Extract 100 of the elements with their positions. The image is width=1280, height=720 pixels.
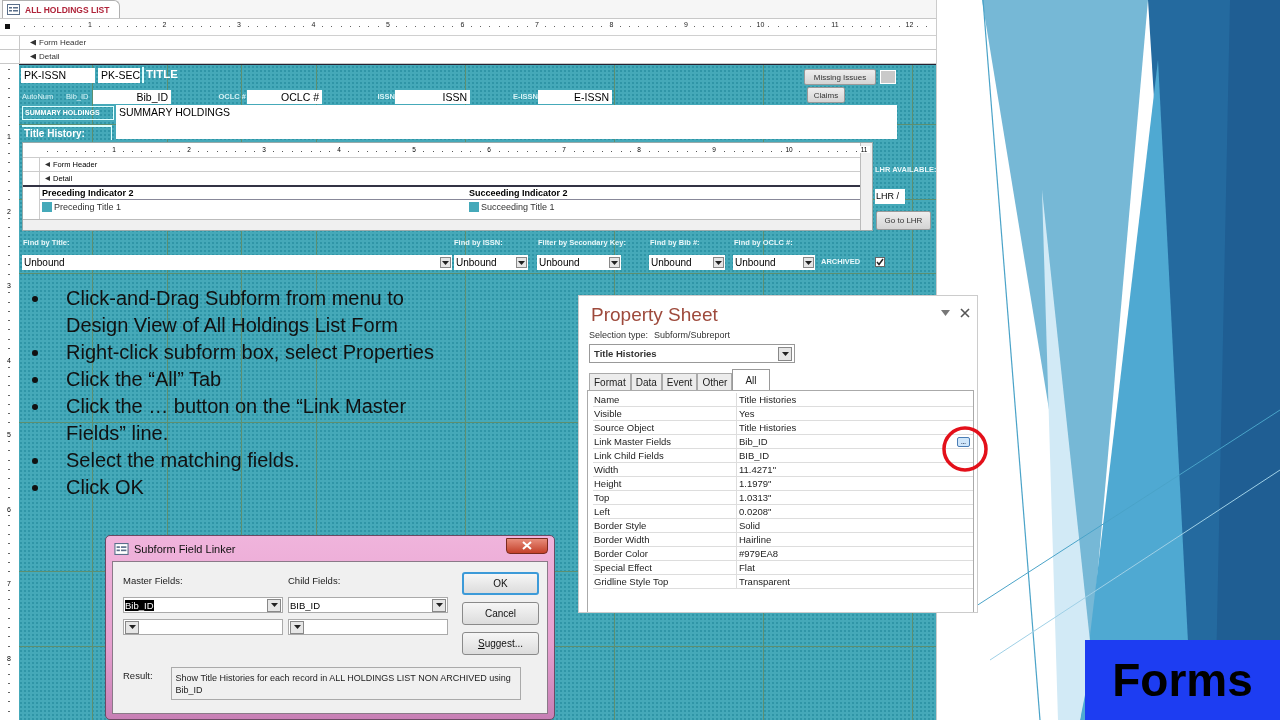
bullet-icon: [32, 458, 38, 464]
bullet-icon: [32, 404, 38, 410]
vertical-scrollbar[interactable]: [860, 143, 872, 230]
field-name: Preceding Title 1: [54, 202, 122, 212]
section-label: Form Header: [39, 38, 87, 47]
dropdown-icon: [432, 598, 446, 612]
dropdown-icon: [125, 620, 139, 634]
combo-box[interactable]: Bib_ID: [123, 597, 283, 613]
property-value[interactable]: Bib_ID: [739, 435, 768, 449]
property-name: Link Child Fields: [593, 449, 737, 463]
combo-box[interactable]: [288, 619, 448, 635]
form-button[interactable]: Missing Issues: [804, 69, 876, 85]
field-marker-icon: [469, 202, 479, 212]
close-button[interactable]: [506, 537, 548, 554]
property-value[interactable]: BIB_ID: [739, 449, 770, 463]
combo-box[interactable]: Unbound: [454, 255, 528, 270]
property-value[interactable]: Transparent: [739, 575, 790, 589]
property-value[interactable]: Title Histories: [739, 421, 797, 435]
form-label: Title History:: [22, 125, 112, 140]
combo-box[interactable]: Unbound: [22, 255, 452, 270]
text-box[interactable]: Bib_ID: [93, 90, 171, 104]
document-tab[interactable]: ALL HOLDINGS LIST: [2, 0, 121, 18]
property-name: Link Master Fields: [593, 435, 737, 449]
dialog-button[interactable]: Cancel: [462, 602, 539, 625]
text-box[interactable]: E-ISSN: [538, 90, 612, 104]
field-label: Master Fields:: [123, 575, 184, 588]
text-box[interactable]: PK-ISSN: [21, 68, 95, 83]
property-value[interactable]: 11.4271": [739, 463, 776, 477]
text-box[interactable]: SUMMARY HOLDINGS: [116, 105, 897, 139]
result-text: Show Title Histories for each record in ALL HOLDINGS LIST NON ARCHIVED using Bib_ID: [170, 667, 521, 700]
object-combo-box[interactable]: Title Histories: [589, 344, 795, 363]
bullet-icon: [32, 485, 38, 491]
bullet-icon: [32, 296, 38, 302]
section-label: Detail: [39, 52, 60, 61]
tab[interactable]: Format: [589, 373, 631, 390]
selection-type-value: Subform/Subreport: [654, 330, 731, 340]
column-label: Preceding Indicator 2: [40, 187, 467, 200]
property-name: Top: [593, 491, 737, 505]
tab[interactable]: Other: [697, 373, 733, 390]
dialog-button[interactable]: OK: [462, 572, 539, 595]
property-value[interactable]: 1.0313": [739, 491, 772, 505]
selection-type-label: Selection type:: [589, 330, 649, 340]
property-name: Width: [593, 463, 737, 477]
combo-box[interactable]: BIB_ID: [288, 597, 448, 613]
close-icon: [522, 541, 532, 550]
property-value[interactable]: Title Histories: [739, 393, 797, 407]
instruction-text: Click the … button on the “Link Master Fields” line.: [66, 394, 408, 446]
panel-title: Property Sheet: [591, 304, 719, 326]
form-button[interactable]: Claims: [807, 87, 845, 103]
dropdown-icon: [609, 257, 620, 268]
instruction-text: Click OK: [66, 475, 145, 500]
property-name: Visible: [593, 407, 737, 421]
combo-box[interactable]: Unbound: [537, 255, 621, 270]
property-value[interactable]: Solid: [739, 519, 761, 533]
field-marker-icon: [42, 202, 52, 212]
property-value[interactable]: 1.1979": [739, 477, 772, 491]
instruction-text: Click the “All” Tab: [66, 367, 223, 392]
tab[interactable]: Event: [661, 373, 698, 390]
field-label: Child Fields:: [288, 575, 342, 588]
property-name: Left: [593, 505, 737, 519]
property-name: Source Object: [593, 421, 737, 435]
property-value[interactable]: #979EA8: [739, 547, 779, 561]
property-value[interactable]: Hairline: [739, 533, 772, 547]
instruction-text: Right-click subform box, select Properties: [66, 340, 435, 365]
instruction-text: Click-and-Drag Subform from menu to Design View of All Holdings List Form: [66, 286, 405, 338]
result-label: Result:: [123, 669, 153, 683]
tab[interactable]: Data: [630, 373, 662, 390]
dropdown-icon: [516, 257, 527, 268]
form-icon: [114, 542, 129, 555]
dialog-button[interactable]: Suggest...: [462, 632, 539, 655]
text-box[interactable]: PK-SEC: [98, 68, 140, 83]
archived-checkbox[interactable]: [875, 257, 885, 267]
bullet-icon: [32, 350, 38, 356]
text-box[interactable]: OCLC #: [247, 90, 322, 104]
property-value[interactable]: Yes: [739, 407, 755, 421]
form-label: TITLE: [142, 67, 182, 83]
text-box[interactable]: LHR /: [875, 189, 905, 204]
section-bar[interactable]: Detail: [20, 50, 936, 63]
text-box[interactable]: ISSN: [395, 90, 470, 104]
form-button[interactable]: Go to LHR: [876, 211, 931, 230]
dropdown-icon: [778, 346, 792, 361]
property-name: Special Effect: [593, 561, 737, 575]
tab[interactable]: All: [732, 369, 770, 390]
property-name: Height: [593, 477, 737, 491]
field-name: Succeeding Title 1: [481, 202, 555, 212]
property-name: Border Width: [593, 533, 737, 547]
property-value[interactable]: 0.0208": [739, 505, 772, 519]
combo-box[interactable]: Unbound: [649, 255, 725, 270]
close-icon[interactable]: [960, 308, 970, 318]
property-name: Border Style: [593, 519, 737, 533]
dropdown-icon[interactable]: [941, 310, 950, 316]
property-value[interactable]: Flat: [739, 561, 755, 575]
property-name: Border Color: [593, 547, 737, 561]
combo-box[interactable]: Unbound: [733, 255, 815, 270]
property-name: Name: [593, 393, 737, 407]
horizontal-scrollbar[interactable]: [23, 219, 860, 230]
combo-box[interactable]: [123, 619, 283, 635]
section-bar[interactable]: Form Header: [20, 36, 936, 49]
dropdown-icon: [803, 257, 814, 268]
dropdown-icon: [290, 620, 304, 634]
